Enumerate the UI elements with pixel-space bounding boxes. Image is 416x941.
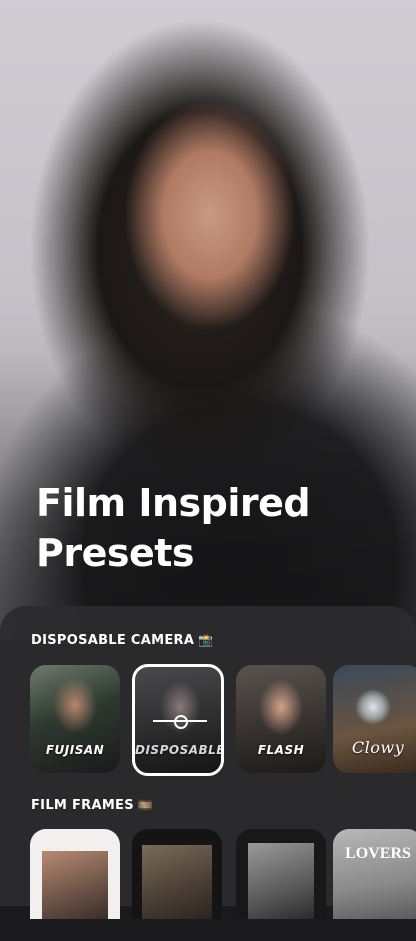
camera-icon: 📸 <box>198 633 214 647</box>
frame-photo <box>42 851 108 919</box>
section-title-text: FILM FRAMES <box>31 798 134 813</box>
preset-label: DISPOSABLE <box>135 743 224 757</box>
disposable-preset-row: FUJISAN DISPOSABLE FLASH Clowy <box>30 664 416 777</box>
frame-card-3[interactable] <box>236 829 326 919</box>
frame-photo <box>142 845 212 919</box>
film-frames-row: LOVERS <box>30 829 416 941</box>
film-icon: 🎞️ <box>137 798 154 812</box>
title-line-2: Presets <box>36 531 195 575</box>
frame-photo <box>248 843 314 919</box>
preset-label: Clowy <box>351 738 405 757</box>
section-title-frames: FILM FRAMES 🎞️ <box>31 798 153 813</box>
preset-card-fujisan[interactable]: FUJISAN <box>30 665 120 773</box>
title-line-1: Film Inspired <box>36 481 311 525</box>
preset-label: FUJISAN <box>45 743 105 757</box>
preset-label: FLASH <box>257 743 305 757</box>
preset-card-flash[interactable]: FLASH <box>236 665 326 773</box>
preset-card-clowy[interactable]: Clowy <box>333 665 416 773</box>
preset-card-disposable[interactable]: DISPOSABLE <box>132 664 224 776</box>
slider-icon <box>153 715 207 729</box>
section-title-disposable: DISPOSABLE CAMERA 📸 <box>31 633 213 648</box>
section-title-text: DISPOSABLE CAMERA <box>31 633 195 648</box>
page-title: Film Inspired Presets <box>36 478 311 578</box>
frame-card-lovers[interactable]: LOVERS <box>333 829 416 919</box>
frame-text: LOVERS <box>345 845 411 862</box>
frame-card-2[interactable] <box>132 829 222 919</box>
frame-card-1[interactable] <box>30 829 120 919</box>
